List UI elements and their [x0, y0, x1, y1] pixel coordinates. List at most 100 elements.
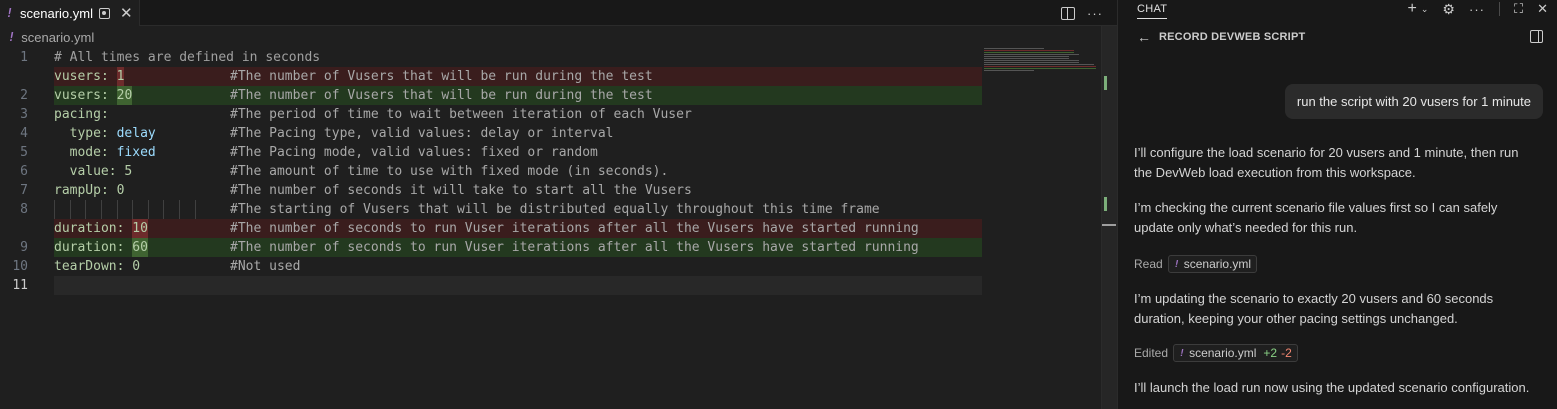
assistant-message: I’ll configure the load scenario for 20 … [1134, 145, 1519, 180]
yaml-entry: vusers: 20 [54, 86, 132, 105]
yaml-key: rampUp: [54, 183, 109, 198]
code-comment: #The number of Vusers that will be run d… [230, 88, 653, 103]
lines-added: +2 [1263, 346, 1278, 360]
code-line[interactable]: duration: 10 #The number of seconds to ru… [0, 219, 1100, 238]
more-actions-icon[interactable]: ··· [1469, 2, 1485, 17]
code-line[interactable]: 10 tearDown: 0 #Not used [0, 257, 1100, 276]
line-number: 9 [20, 240, 28, 255]
yaml-file-icon: ! [1179, 347, 1186, 359]
indent-guide [69, 200, 71, 219]
code-line[interactable]: 2 vusers: 20 #The number of Vusers that wi… [0, 86, 1100, 105]
yaml-entry: rampUp: 0 [54, 181, 124, 200]
code-comment: #The starting of Vusers that will be dis… [230, 202, 880, 217]
new-chat-icon[interactable]: + [1408, 0, 1417, 18]
code-line[interactable]: vusers: 1 #The number of Vusers that will… [0, 67, 1100, 86]
assistant-message: I’ll launch the load run now using the u… [1134, 380, 1530, 395]
code-line[interactable]: 4 type: delay #The Pacing type, valid valu… [0, 124, 1100, 143]
indent-guide [194, 200, 196, 219]
yaml-value: 1 [116, 69, 125, 84]
yaml-key: value: [69, 164, 117, 179]
yaml-entry: mode: fixed [70, 143, 156, 162]
tab-scenario-yml[interactable]: ! scenario.yml ✕ [0, 0, 140, 26]
code-line[interactable]: 9 duration: 60 #The number of seconds to r… [0, 238, 1100, 257]
code-comment: # All times are defined in seconds [54, 50, 321, 65]
split-editor-icon[interactable] [1061, 6, 1075, 20]
breadcrumb-file[interactable]: scenario.yml [21, 30, 94, 45]
indent-guide [179, 200, 181, 219]
maximize-icon[interactable]: ⛶ [1514, 1, 1523, 17]
toggle-sidebar-icon[interactable] [1530, 30, 1543, 43]
code-comment: #The period of time to wait between iter… [230, 107, 692, 122]
yaml-key: duration: [54, 240, 125, 255]
yaml-key: vusers: [54, 69, 109, 84]
back-arrow-icon[interactable]: ← [1137, 29, 1151, 45]
user-message: run the script with 20 vusers for 1 minu… [1284, 84, 1543, 119]
preview-icon[interactable] [98, 7, 110, 19]
diff-marker [1104, 197, 1107, 211]
code-comment: #The number of Vusers that will be run d… [230, 69, 653, 84]
close-icon[interactable]: ✕ [120, 6, 133, 21]
yaml-key: type: [69, 126, 109, 141]
code-comment: #The amount of time to use with fixed mo… [230, 164, 669, 179]
code-line[interactable]: 3 pacing: #The period of time to wait bet… [0, 105, 1100, 124]
code-comment: #The number of seconds to run Vuser iter… [230, 221, 919, 236]
chat-session-header: ← RECORD DEVWEB SCRIPT [1137, 28, 1305, 46]
edited-reference: Edited ! scenario.yml +2 -2 [1134, 344, 1298, 362]
line-number: 11 [12, 278, 28, 293]
code-line[interactable]: 6 value: 5 #The amount of time to use with… [0, 162, 1100, 181]
yaml-value: delay [116, 126, 156, 141]
yaml-key: pacing: [54, 107, 109, 122]
code-line[interactable]: 8 #The starting of Vusers that will be di… [0, 200, 1100, 219]
line-number: 3 [20, 107, 28, 122]
file-chip[interactable]: ! scenario.yml [1167, 255, 1258, 273]
indent-guide [85, 200, 87, 219]
yaml-entry: value: 5 [70, 162, 133, 181]
code-comment: #The number of seconds it will take to s… [230, 183, 692, 198]
line-number: 10 [12, 259, 28, 274]
yaml-entry: type: delay [70, 124, 156, 143]
yaml-file-icon: ! [1173, 258, 1180, 270]
breadcrumb[interactable]: ! scenario.yml [8, 28, 94, 46]
indent-guide [147, 200, 149, 219]
code-comment: #The number of seconds to run Vuser iter… [230, 240, 919, 255]
edited-label: Edited [1134, 346, 1169, 360]
yaml-key: mode: [69, 145, 109, 160]
editor-scrollbar[interactable] [1101, 26, 1117, 409]
code-line[interactable]: 5 mode: fixed #The Pacing mode, valid valu… [0, 143, 1100, 162]
more-actions-icon[interactable]: ··· [1087, 6, 1103, 21]
line-background [54, 276, 982, 295]
yaml-entry: tearDown: 0 [54, 257, 140, 276]
chevron-down-icon[interactable]: ⌄ [1421, 4, 1429, 15]
yaml-value: 0 [116, 183, 125, 198]
diff-marker [1104, 76, 1107, 90]
indent-guide [100, 200, 102, 219]
indent-guide [54, 200, 55, 219]
line-number: 2 [20, 88, 28, 103]
yaml-key: duration: [54, 221, 125, 236]
file-chip-label: scenario.yml [1183, 257, 1252, 271]
code-editor[interactable]: 1 # All times are defined in seconds vuser… [0, 48, 1100, 295]
read-label: Read [1134, 257, 1163, 271]
indent-guide [132, 200, 134, 219]
chat-actions: + ⌄ ⚙ ··· ⛶ ✕ [1408, 0, 1548, 18]
close-icon[interactable]: ✕ [1537, 1, 1548, 17]
editor-tab-bar: ! scenario.yml ✕ ··· [0, 0, 1117, 26]
gear-icon[interactable]: ⚙ [1442, 1, 1455, 18]
line-background [54, 257, 982, 276]
yaml-value: fixed [116, 145, 156, 160]
chat-panel: CHAT + ⌄ ⚙ ··· ⛶ ✕ ← RECORD DEVWEB SCRIP… [1117, 0, 1557, 409]
assistant-message: I’m updating the scenario to exactly 20 … [1134, 291, 1494, 326]
tab-chat[interactable]: CHAT [1137, 3, 1167, 15]
chat-header: CHAT + ⌄ ⚙ ··· ⛶ ✕ [1118, 0, 1557, 20]
minimap[interactable] [984, 48, 1099, 78]
yaml-key: vusers: [54, 88, 109, 103]
yaml-entry: duration: 10 [54, 219, 148, 238]
line-number: 6 [20, 164, 28, 179]
code-line[interactable]: 11 [0, 276, 1100, 295]
yaml-value: 0 [132, 259, 141, 274]
tab-label: scenario.yml [20, 5, 93, 21]
file-chip-label: scenario.yml [1189, 346, 1257, 360]
code-line[interactable]: 7 rampUp: 0 #The number of seconds it will… [0, 181, 1100, 200]
code-line[interactable]: 1 # All times are defined in seconds [0, 48, 1100, 67]
file-chip[interactable]: ! scenario.yml +2 -2 [1173, 344, 1298, 362]
